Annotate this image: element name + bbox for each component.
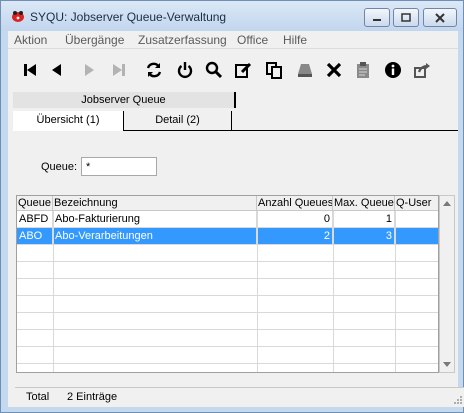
cell-max-queue: 3 xyxy=(333,228,395,244)
menu-uebergaenge[interactable]: Übergänge xyxy=(65,33,124,47)
column-divider xyxy=(257,211,258,372)
empty-row xyxy=(17,364,438,372)
cell-anzahl-queues: 2 xyxy=(257,228,333,244)
delete-icon xyxy=(326,62,342,78)
empty-row xyxy=(17,347,438,364)
copy-icon xyxy=(266,62,282,79)
eraser-button[interactable] xyxy=(293,57,317,83)
export-button[interactable] xyxy=(410,57,434,83)
cell-q-user xyxy=(395,211,438,227)
column-header-anzahl-queues[interactable]: Anzahl Queues xyxy=(257,196,333,211)
title-bar[interactable]: SYQU: Jobserver Queue-Verwaltung xyxy=(1,1,463,31)
next-record-button[interactable] xyxy=(77,57,101,83)
column-header-bezeichnung[interactable]: Bezeichnung xyxy=(53,196,257,211)
info-button[interactable] xyxy=(381,57,405,83)
tab-uebersicht[interactable]: Übersicht (1) xyxy=(13,111,124,131)
clipboard-button[interactable] xyxy=(351,57,375,83)
tab-group-title: Jobserver Queue xyxy=(13,92,236,108)
bug-icon xyxy=(12,11,24,22)
toolbar xyxy=(8,57,458,85)
close-icon xyxy=(435,12,445,23)
refresh-button[interactable] xyxy=(142,57,166,83)
table-row-selected[interactable]: ABO Abo-Verarbeitungen 2 3 xyxy=(17,228,438,245)
next-icon xyxy=(85,64,94,76)
menu-hilfe[interactable]: Hilfe xyxy=(283,33,307,47)
resize-grip-icon[interactable] xyxy=(453,395,463,405)
tab-detail[interactable]: Detail (2) xyxy=(124,111,232,131)
queue-label: Queue: xyxy=(41,161,78,173)
power-button[interactable] xyxy=(173,57,197,83)
chevron-down-icon xyxy=(443,362,451,367)
info-icon xyxy=(385,62,401,78)
first-icon xyxy=(24,64,36,76)
column-header-max-queue[interactable]: Max. Queue xyxy=(333,196,395,211)
cell-bezeichnung: Abo-Verarbeitungen xyxy=(53,228,257,244)
edit-icon xyxy=(235,62,252,78)
export-icon xyxy=(414,63,430,78)
table-header: Queue Bezeichnung Anzahl Queues Max. Que… xyxy=(17,196,438,211)
cell-q-user xyxy=(395,228,438,244)
menu-zusatzerfassung[interactable]: Zusatzerfassung xyxy=(138,33,227,47)
cell-queue: ABFD xyxy=(17,211,53,227)
search-icon xyxy=(205,61,223,79)
chevron-up-icon xyxy=(443,201,451,206)
delete-button[interactable] xyxy=(322,57,346,83)
column-header-queue[interactable]: Queue xyxy=(17,196,53,211)
column-header-q-user[interactable]: Q-User xyxy=(395,196,438,211)
eraser-icon xyxy=(298,64,312,77)
edit-button[interactable] xyxy=(231,57,255,83)
status-total-label: Total xyxy=(26,391,50,403)
empty-row xyxy=(17,279,438,296)
app-window: SYQU: Jobserver Queue-Verwaltung Aktion … xyxy=(0,0,464,413)
close-button[interactable] xyxy=(423,8,457,27)
cell-bezeichnung: Abo-Fakturierung xyxy=(53,211,257,227)
scroll-up-button[interactable] xyxy=(440,196,454,210)
column-divider xyxy=(333,211,334,372)
first-record-button[interactable] xyxy=(18,57,42,83)
empty-row xyxy=(17,245,438,262)
status-bar: Total 2 Einträge xyxy=(15,387,464,407)
last-record-button[interactable] xyxy=(107,57,131,83)
refresh-icon xyxy=(146,62,162,78)
window-title: SYQU: Jobserver Queue-Verwaltung xyxy=(30,10,227,24)
scroll-down-button[interactable] xyxy=(440,358,454,372)
column-divider xyxy=(395,211,396,372)
column-divider xyxy=(53,211,54,372)
main-content: Jobserver Queue Übersicht (1) Detail (2)… xyxy=(8,49,464,407)
empty-row xyxy=(17,330,438,347)
table-row[interactable]: ABFD Abo-Fakturierung 0 1 xyxy=(17,211,438,228)
queue-table: Queue Bezeichnung Anzahl Queues Max. Que… xyxy=(16,195,439,373)
empty-row xyxy=(17,313,438,330)
menu-bar: Aktion Übergänge Zusatzerfassung Office … xyxy=(8,31,458,49)
cell-anzahl-queues: 0 xyxy=(257,211,333,227)
maximize-icon xyxy=(401,13,411,22)
minimize-icon xyxy=(373,18,381,21)
copy-button[interactable] xyxy=(262,57,286,83)
cell-max-queue: 1 xyxy=(333,211,395,227)
minimize-button[interactable] xyxy=(364,8,390,27)
tab-divider xyxy=(124,130,458,131)
cell-queue: ABO xyxy=(17,228,53,244)
power-icon xyxy=(177,62,193,78)
empty-row xyxy=(17,296,438,313)
menu-aktion[interactable]: Aktion xyxy=(14,33,47,47)
previous-icon xyxy=(52,64,61,76)
clipboard-icon xyxy=(357,62,369,78)
maximize-button[interactable] xyxy=(393,8,419,27)
status-count: 2 Einträge xyxy=(67,391,118,403)
previous-record-button[interactable] xyxy=(45,57,69,83)
queue-input[interactable] xyxy=(81,157,157,176)
last-icon xyxy=(113,64,125,76)
vertical-scrollbar[interactable] xyxy=(439,195,455,373)
menu-office[interactable]: Office xyxy=(237,33,268,47)
search-button[interactable] xyxy=(202,57,226,83)
empty-row xyxy=(17,262,438,279)
